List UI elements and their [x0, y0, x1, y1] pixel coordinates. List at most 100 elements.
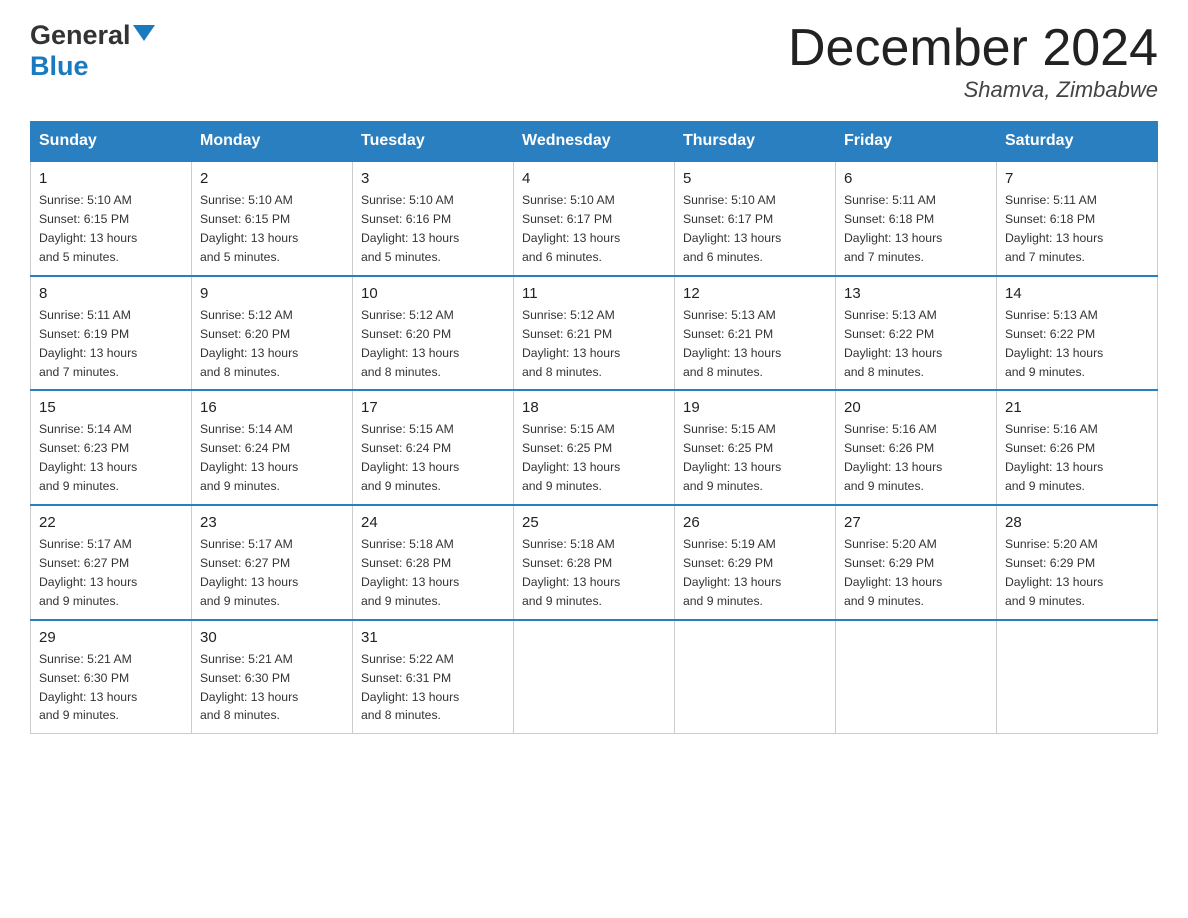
day-number: 4: [522, 170, 666, 187]
day-number: 2: [200, 170, 344, 187]
week-row-1: 1 Sunrise: 5:10 AMSunset: 6:15 PMDayligh…: [31, 161, 1158, 276]
day-cell: 15 Sunrise: 5:14 AMSunset: 6:23 PMDaylig…: [31, 390, 192, 505]
day-info: Sunrise: 5:17 AMSunset: 6:27 PMDaylight:…: [200, 537, 298, 608]
day-info: Sunrise: 5:21 AMSunset: 6:30 PMDaylight:…: [39, 652, 137, 723]
day-number: 25: [522, 514, 666, 531]
week-row-5: 29 Sunrise: 5:21 AMSunset: 6:30 PMDaylig…: [31, 620, 1158, 734]
day-number: 29: [39, 629, 183, 646]
header-cell-sunday: Sunday: [31, 122, 192, 162]
day-info: Sunrise: 5:10 AMSunset: 6:16 PMDaylight:…: [361, 193, 459, 264]
calendar-table: SundayMondayTuesdayWednesdayThursdayFrid…: [30, 121, 1158, 734]
day-cell: 10 Sunrise: 5:12 AMSunset: 6:20 PMDaylig…: [353, 276, 514, 391]
day-info: Sunrise: 5:10 AMSunset: 6:17 PMDaylight:…: [683, 193, 781, 264]
day-number: 19: [683, 399, 827, 416]
day-cell: 5 Sunrise: 5:10 AMSunset: 6:17 PMDayligh…: [675, 161, 836, 276]
week-row-2: 8 Sunrise: 5:11 AMSunset: 6:19 PMDayligh…: [31, 276, 1158, 391]
day-cell: 29 Sunrise: 5:21 AMSunset: 6:30 PMDaylig…: [31, 620, 192, 734]
day-info: Sunrise: 5:20 AMSunset: 6:29 PMDaylight:…: [1005, 537, 1103, 608]
day-info: Sunrise: 5:11 AMSunset: 6:19 PMDaylight:…: [39, 308, 137, 379]
day-info: Sunrise: 5:13 AMSunset: 6:22 PMDaylight:…: [844, 308, 942, 379]
day-cell: [997, 620, 1158, 734]
day-cell: 21 Sunrise: 5:16 AMSunset: 6:26 PMDaylig…: [997, 390, 1158, 505]
day-info: Sunrise: 5:14 AMSunset: 6:24 PMDaylight:…: [200, 422, 298, 493]
header-row: SundayMondayTuesdayWednesdayThursdayFrid…: [31, 122, 1158, 162]
header-cell-saturday: Saturday: [997, 122, 1158, 162]
logo: General Blue: [30, 20, 156, 82]
header-cell-wednesday: Wednesday: [514, 122, 675, 162]
day-cell: 30 Sunrise: 5:21 AMSunset: 6:30 PMDaylig…: [192, 620, 353, 734]
day-info: Sunrise: 5:12 AMSunset: 6:20 PMDaylight:…: [200, 308, 298, 379]
day-cell: 22 Sunrise: 5:17 AMSunset: 6:27 PMDaylig…: [31, 505, 192, 620]
day-number: 3: [361, 170, 505, 187]
day-cell: 14 Sunrise: 5:13 AMSunset: 6:22 PMDaylig…: [997, 276, 1158, 391]
day-number: 24: [361, 514, 505, 531]
day-number: 18: [522, 399, 666, 416]
month-title: December 2024: [788, 20, 1158, 77]
day-cell: 13 Sunrise: 5:13 AMSunset: 6:22 PMDaylig…: [836, 276, 997, 391]
day-info: Sunrise: 5:11 AMSunset: 6:18 PMDaylight:…: [844, 193, 942, 264]
day-info: Sunrise: 5:19 AMSunset: 6:29 PMDaylight:…: [683, 537, 781, 608]
day-info: Sunrise: 5:15 AMSunset: 6:25 PMDaylight:…: [683, 422, 781, 493]
day-number: 8: [39, 285, 183, 302]
calendar-header: SundayMondayTuesdayWednesdayThursdayFrid…: [31, 122, 1158, 162]
day-number: 31: [361, 629, 505, 646]
day-info: Sunrise: 5:15 AMSunset: 6:25 PMDaylight:…: [522, 422, 620, 493]
day-cell: 19 Sunrise: 5:15 AMSunset: 6:25 PMDaylig…: [675, 390, 836, 505]
day-cell: 3 Sunrise: 5:10 AMSunset: 6:16 PMDayligh…: [353, 161, 514, 276]
day-cell: 17 Sunrise: 5:15 AMSunset: 6:24 PMDaylig…: [353, 390, 514, 505]
day-number: 7: [1005, 170, 1149, 187]
day-info: Sunrise: 5:17 AMSunset: 6:27 PMDaylight:…: [39, 537, 137, 608]
header-cell-thursday: Thursday: [675, 122, 836, 162]
day-cell: [675, 620, 836, 734]
day-number: 27: [844, 514, 988, 531]
location-title: Shamva, Zimbabwe: [788, 77, 1158, 103]
day-info: Sunrise: 5:18 AMSunset: 6:28 PMDaylight:…: [522, 537, 620, 608]
day-info: Sunrise: 5:10 AMSunset: 6:15 PMDaylight:…: [39, 193, 137, 264]
logo-general-text: General: [30, 20, 131, 51]
day-cell: 26 Sunrise: 5:19 AMSunset: 6:29 PMDaylig…: [675, 505, 836, 620]
day-info: Sunrise: 5:12 AMSunset: 6:20 PMDaylight:…: [361, 308, 459, 379]
day-number: 16: [200, 399, 344, 416]
day-number: 23: [200, 514, 344, 531]
day-number: 14: [1005, 285, 1149, 302]
day-number: 15: [39, 399, 183, 416]
day-number: 28: [1005, 514, 1149, 531]
day-number: 6: [844, 170, 988, 187]
logo-triangle-icon: [133, 25, 155, 46]
week-row-4: 22 Sunrise: 5:17 AMSunset: 6:27 PMDaylig…: [31, 505, 1158, 620]
day-number: 30: [200, 629, 344, 646]
day-cell: 1 Sunrise: 5:10 AMSunset: 6:15 PMDayligh…: [31, 161, 192, 276]
day-info: Sunrise: 5:21 AMSunset: 6:30 PMDaylight:…: [200, 652, 298, 723]
day-cell: 24 Sunrise: 5:18 AMSunset: 6:28 PMDaylig…: [353, 505, 514, 620]
day-cell: 28 Sunrise: 5:20 AMSunset: 6:29 PMDaylig…: [997, 505, 1158, 620]
header-cell-friday: Friday: [836, 122, 997, 162]
logo-blue-text: Blue: [30, 51, 89, 82]
day-number: 26: [683, 514, 827, 531]
day-info: Sunrise: 5:15 AMSunset: 6:24 PMDaylight:…: [361, 422, 459, 493]
day-number: 5: [683, 170, 827, 187]
day-cell: 9 Sunrise: 5:12 AMSunset: 6:20 PMDayligh…: [192, 276, 353, 391]
day-cell: 7 Sunrise: 5:11 AMSunset: 6:18 PMDayligh…: [997, 161, 1158, 276]
title-area: December 2024 Shamva, Zimbabwe: [788, 20, 1158, 103]
week-row-3: 15 Sunrise: 5:14 AMSunset: 6:23 PMDaylig…: [31, 390, 1158, 505]
day-cell: 31 Sunrise: 5:22 AMSunset: 6:31 PMDaylig…: [353, 620, 514, 734]
day-number: 12: [683, 285, 827, 302]
day-info: Sunrise: 5:12 AMSunset: 6:21 PMDaylight:…: [522, 308, 620, 379]
day-number: 20: [844, 399, 988, 416]
day-cell: [514, 620, 675, 734]
day-info: Sunrise: 5:10 AMSunset: 6:17 PMDaylight:…: [522, 193, 620, 264]
day-cell: 2 Sunrise: 5:10 AMSunset: 6:15 PMDayligh…: [192, 161, 353, 276]
day-info: Sunrise: 5:13 AMSunset: 6:21 PMDaylight:…: [683, 308, 781, 379]
day-info: Sunrise: 5:14 AMSunset: 6:23 PMDaylight:…: [39, 422, 137, 493]
day-cell: 25 Sunrise: 5:18 AMSunset: 6:28 PMDaylig…: [514, 505, 675, 620]
page-header: General Blue December 2024 Shamva, Zimba…: [30, 20, 1158, 103]
day-cell: 18 Sunrise: 5:15 AMSunset: 6:25 PMDaylig…: [514, 390, 675, 505]
day-info: Sunrise: 5:13 AMSunset: 6:22 PMDaylight:…: [1005, 308, 1103, 379]
day-cell: 27 Sunrise: 5:20 AMSunset: 6:29 PMDaylig…: [836, 505, 997, 620]
day-number: 13: [844, 285, 988, 302]
day-number: 10: [361, 285, 505, 302]
day-number: 17: [361, 399, 505, 416]
day-number: 11: [522, 285, 666, 302]
header-cell-tuesday: Tuesday: [353, 122, 514, 162]
day-info: Sunrise: 5:22 AMSunset: 6:31 PMDaylight:…: [361, 652, 459, 723]
